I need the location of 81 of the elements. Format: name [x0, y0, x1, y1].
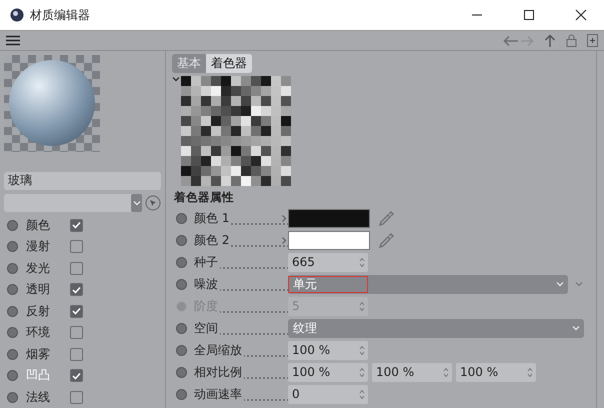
- channel-label[interactable]: 漫射: [26, 238, 62, 256]
- channel-checkbox[interactable]: [70, 262, 83, 275]
- channel-checkbox[interactable]: [70, 326, 83, 340]
- property-label: 相对比例: [194, 364, 288, 380]
- channel-checkbox[interactable]: [70, 304, 83, 318]
- property-label: 噪波: [194, 276, 288, 292]
- number-field[interactable]: 665: [288, 252, 368, 272]
- channel-checkbox[interactable]: [70, 218, 83, 232]
- expand-chevron-icon: [575, 281, 583, 287]
- up-arrow-icon[interactable]: [544, 34, 556, 48]
- pointer-target-icon[interactable]: [145, 194, 161, 210]
- close-icon: [575, 9, 587, 21]
- property-label: 种子: [194, 254, 288, 270]
- section-title: 着色器属性: [174, 190, 235, 205]
- channel-label[interactable]: 法线: [26, 388, 62, 406]
- eyedropper-icon[interactable]: [378, 231, 396, 249]
- property-label: 颜色 2: [194, 232, 288, 248]
- chevron-down-icon: [556, 281, 564, 287]
- menu-icon[interactable]: [6, 35, 20, 46]
- number-field[interactable]: 0: [288, 384, 368, 404]
- maximize-icon: [523, 9, 535, 21]
- animation-dot-icon[interactable]: [176, 234, 187, 246]
- animation-dot-icon[interactable]: [7, 241, 18, 252]
- number-field[interactable]: 100 %: [288, 340, 368, 360]
- channel-label[interactable]: 烟雾: [26, 346, 62, 363]
- animation-dot-icon[interactable]: [7, 348, 18, 360]
- channel-label[interactable]: 透明: [26, 281, 62, 298]
- window-title: 材质编辑器: [30, 6, 91, 24]
- animation-dot-icon[interactable]: [7, 327, 18, 338]
- spinner-arrows-icon[interactable]: [443, 366, 449, 378]
- channel-label[interactable]: 颜色: [26, 216, 62, 234]
- animation-dot-icon[interactable]: [7, 392, 18, 403]
- channel-label[interactable]: 发光: [26, 260, 62, 277]
- eyedropper-icon[interactable]: [378, 209, 396, 227]
- property-label: 空间: [194, 320, 288, 336]
- color-swatch[interactable]: [288, 208, 370, 228]
- spinner-arrows-icon[interactable]: [359, 256, 365, 268]
- new-panel-icon[interactable]: [587, 34, 598, 47]
- animation-dot-icon[interactable]: [7, 284, 18, 296]
- channel-checkbox[interactable]: [70, 348, 83, 361]
- dropdown-select[interactable]: 单元: [288, 274, 568, 294]
- chevron-right-icon[interactable]: [282, 214, 286, 222]
- spinner-arrows-icon[interactable]: [359, 388, 365, 400]
- dropdown-field[interactable]: [4, 194, 142, 212]
- collapse-chevron-icon: [172, 76, 180, 82]
- number-field[interactable]: 100 %: [288, 362, 368, 382]
- animation-dot-icon[interactable]: [7, 220, 18, 231]
- animation-dot-icon[interactable]: [176, 344, 187, 356]
- number-field[interactable]: 100 %: [372, 362, 452, 382]
- chevron-down-icon: [132, 200, 140, 206]
- app-logo-icon: [10, 8, 24, 22]
- animation-dot-icon[interactable]: [176, 256, 187, 268]
- animation-dot-icon[interactable]: [7, 262, 18, 274]
- animation-dot-icon[interactable]: [176, 212, 187, 224]
- channel-checkbox[interactable]: [70, 369, 83, 382]
- channel-checkbox[interactable]: [70, 390, 83, 404]
- lock-icon[interactable]: [566, 34, 577, 47]
- property-label: 全局缩放: [194, 342, 288, 358]
- chevron-right-icon[interactable]: [282, 236, 286, 244]
- dropdown-select[interactable]: 纹理: [288, 318, 584, 338]
- animation-dot-icon[interactable]: [176, 278, 187, 290]
- tab[interactable]: 着色器: [206, 54, 252, 73]
- channel-label[interactable]: 反射: [26, 302, 62, 320]
- material-name-field[interactable]: 玻璃: [4, 172, 161, 190]
- animation-dot-icon[interactable]: [176, 366, 187, 378]
- property-label: 颜色 1: [194, 210, 288, 226]
- animation-dot-icon[interactable]: [7, 306, 18, 317]
- channel-checkbox[interactable]: [70, 240, 83, 254]
- animation-dot-icon[interactable]: [176, 322, 187, 334]
- channel-label[interactable]: 环境: [26, 324, 62, 342]
- chevron-down-icon: [572, 325, 580, 331]
- spinner-arrows-icon[interactable]: [359, 366, 365, 378]
- color-swatch[interactable]: [288, 230, 370, 250]
- spinner-arrows-icon[interactable]: [359, 344, 365, 356]
- animation-dot-icon[interactable]: [176, 388, 187, 400]
- back-arrow-icon[interactable]: [503, 34, 519, 46]
- spinner-arrows-icon[interactable]: [527, 366, 533, 378]
- property-label: 动画速率: [194, 386, 288, 402]
- animation-dot-icon[interactable]: [7, 370, 18, 382]
- channel-checkbox[interactable]: [70, 283, 83, 296]
- number-field[interactable]: 100 %: [456, 362, 536, 382]
